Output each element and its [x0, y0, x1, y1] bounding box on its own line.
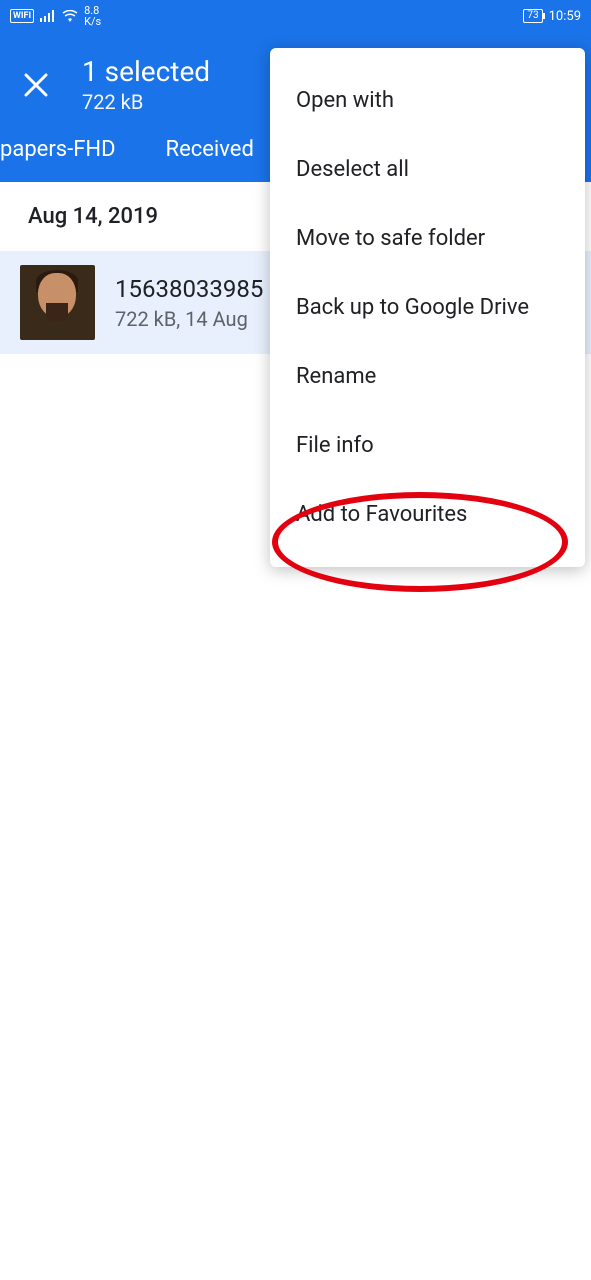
file-info-block: 15638033985 722 kB, 14 Aug	[115, 275, 263, 331]
file-name: 15638033985	[115, 275, 263, 303]
file-meta: 722 kB, 14 Aug	[115, 307, 263, 331]
selection-title-block: 1 selected 722 kB	[82, 55, 210, 114]
wifi-badge: WIFI	[10, 9, 34, 23]
network-speed: 8.8 K/s	[84, 5, 101, 27]
file-thumbnail	[20, 265, 95, 340]
status-left: WIFI 8.8 K/s	[10, 5, 101, 27]
menu-open-with[interactable]: Open with	[270, 66, 585, 135]
wifi-icon	[62, 10, 78, 22]
selection-count: 1 selected	[82, 55, 210, 88]
menu-add-favourites[interactable]: Add to Favourites	[270, 480, 585, 549]
status-bar: WIFI 8.8 K/s 73 10:59	[0, 0, 591, 32]
menu-backup-drive[interactable]: Back up to Google Drive	[270, 273, 585, 342]
tab-received[interactable]: Received	[166, 137, 254, 162]
speed-unit: K/s	[84, 16, 101, 27]
battery-icon: 73	[523, 9, 542, 23]
menu-move-safe-folder[interactable]: Move to safe folder	[270, 204, 585, 273]
signal-icon	[40, 10, 56, 22]
menu-deselect-all[interactable]: Deselect all	[270, 135, 585, 204]
selection-size: 722 kB	[82, 90, 210, 114]
menu-file-info[interactable]: File info	[270, 411, 585, 480]
close-icon[interactable]	[20, 69, 52, 101]
tab-papers-fhd[interactable]: papers-FHD	[0, 137, 116, 162]
status-right: 73 10:59	[523, 9, 581, 24]
context-menu: Open with Deselect all Move to safe fold…	[270, 48, 585, 567]
clock: 10:59	[549, 9, 581, 24]
menu-rename[interactable]: Rename	[270, 342, 585, 411]
